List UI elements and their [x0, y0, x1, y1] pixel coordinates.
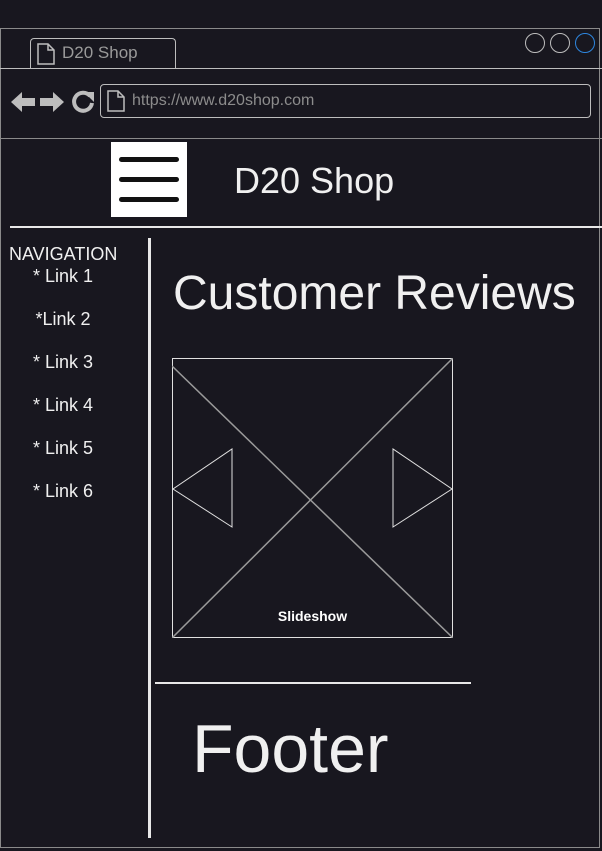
sidebar-divider [148, 238, 151, 838]
nav-link-3[interactable]: * Link 3 [8, 352, 118, 373]
nav-link-1[interactable]: * Link 1 [8, 266, 118, 287]
page-title: Customer Reviews [173, 267, 576, 320]
nav-link-5[interactable]: * Link 5 [8, 438, 118, 459]
hamburger-menu-button[interactable] [111, 142, 187, 217]
footer: Footer [192, 711, 389, 787]
window-maximize-button[interactable] [550, 33, 570, 53]
back-arrow-icon[interactable] [10, 90, 36, 114]
slideshow[interactable] [172, 358, 453, 638]
previous-arrow-icon[interactable] [172, 448, 233, 528]
reload-icon[interactable] [70, 89, 96, 115]
page-icon [107, 90, 125, 112]
window-minimize-button[interactable] [525, 33, 545, 53]
tab-title: D20 Shop [62, 43, 138, 62]
url-text[interactable]: https://www.d20shop.com [132, 92, 314, 110]
toolbar-divider [0, 138, 602, 139]
site-title: D20 Shop [234, 160, 395, 201]
header-divider [10, 226, 602, 228]
slideshow-label: Slideshow [277, 608, 348, 624]
page-icon [37, 43, 55, 65]
window-close-button[interactable] [575, 33, 595, 53]
forward-arrow-icon[interactable] [39, 90, 65, 114]
tab-bar-divider [0, 68, 602, 69]
hamburger-menu-icon [119, 177, 179, 182]
navigation-heading: NAVIGATION [9, 244, 118, 264]
footer-divider [155, 682, 471, 684]
nav-link-6[interactable]: * Link 6 [8, 481, 118, 502]
next-arrow-icon[interactable] [392, 448, 453, 528]
hamburger-menu-icon [119, 197, 179, 202]
nav-link-2[interactable]: *Link 2 [8, 309, 118, 330]
hamburger-menu-icon [119, 157, 179, 162]
nav-link-4[interactable]: * Link 4 [8, 395, 118, 416]
